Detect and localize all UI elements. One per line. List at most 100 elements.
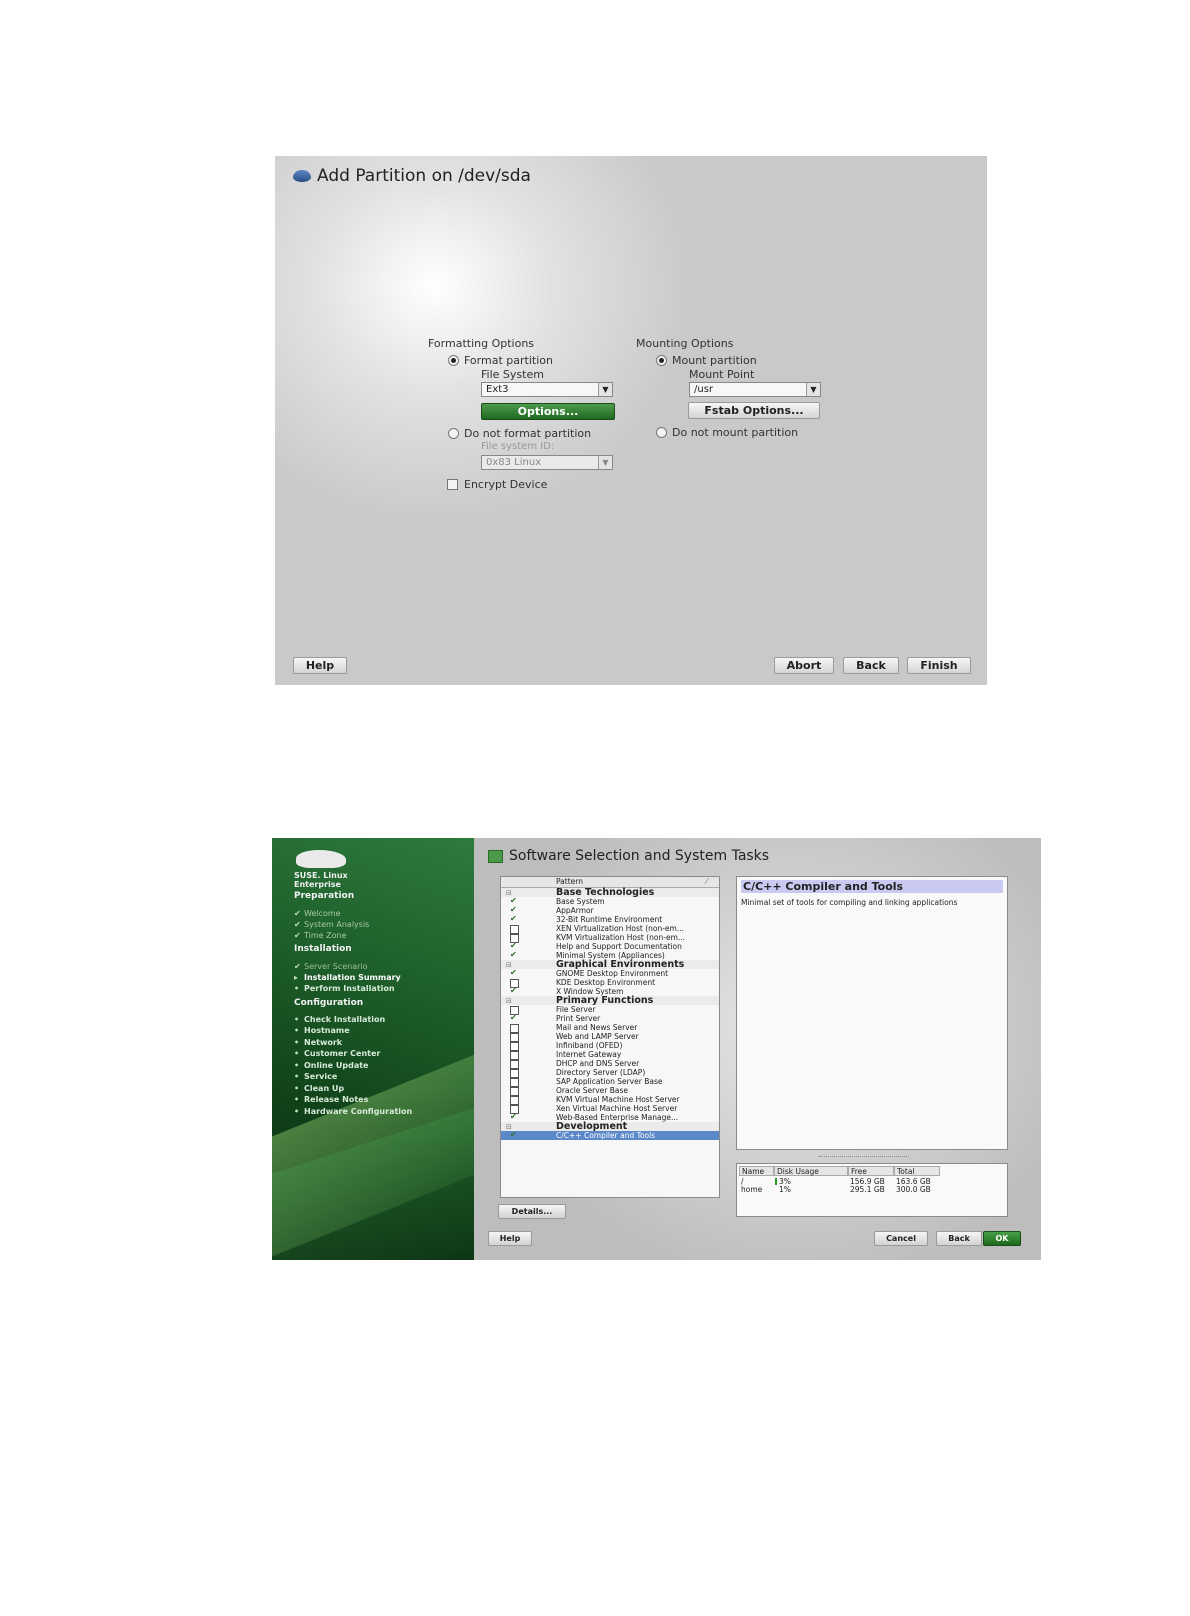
installed-check-icon[interactable]: ✔ (510, 1130, 517, 1139)
pattern-label: Base System (556, 897, 605, 906)
details-button[interactable]: Details... (498, 1204, 566, 1219)
pattern-label: Directory Server (LDAP) (556, 1068, 646, 1077)
step-label: System Analysis (304, 920, 370, 929)
disk-col-free[interactable]: Free (848, 1166, 894, 1176)
pattern-row[interactable]: SAP Application Server Base (501, 1077, 719, 1087)
installed-check-icon[interactable]: ✔ (510, 896, 517, 905)
pattern-group-row[interactable]: ⊟ Primary Functions (501, 996, 719, 1005)
installed-check-icon[interactable]: ✔ (510, 941, 517, 950)
back-button[interactable]: Back (936, 1231, 982, 1246)
encrypt-device-checkbox[interactable] (447, 479, 458, 490)
pattern-label: AppArmor (556, 906, 594, 915)
bullet-icon: • (294, 1084, 300, 1093)
installed-check-icon[interactable]: ✔ (510, 1112, 517, 1121)
mount-point-value: /usr (694, 384, 714, 395)
column-resize-icon: ⁄ (706, 877, 708, 886)
cancel-button[interactable]: Cancel (874, 1231, 928, 1246)
ok-button[interactable]: OK (983, 1231, 1021, 1246)
installed-check-icon[interactable]: ✔ (510, 905, 517, 914)
pattern-row[interactable]: ✔ Base System (501, 896, 719, 906)
section-preparation: Preparation (294, 891, 355, 901)
brand-line-2: Enterprise (294, 880, 341, 889)
step-label: Network (304, 1038, 343, 1047)
step-online-update: • Online Update (294, 1061, 368, 1070)
pattern-row[interactable]: Mail and News Server (501, 1023, 719, 1033)
back-button[interactable]: Back (843, 657, 899, 674)
step-hardware-configuration: • Hardware Configuration (294, 1107, 412, 1116)
mount-point-select[interactable]: /usr ▼ (689, 382, 821, 397)
abort-button[interactable]: Abort (774, 657, 834, 674)
step-perform-installation: • Perform Installation (294, 984, 395, 993)
pattern-column-header[interactable]: Pattern (556, 877, 583, 887)
dialog-title: Add Partition on /dev/sda (293, 166, 531, 186)
brand-text: SUSE. Linux Enterprise (294, 871, 348, 889)
step-label: Server Scenario (304, 962, 368, 971)
step-customer-center: • Customer Center (294, 1049, 380, 1058)
no-mount-radio[interactable] (656, 427, 667, 438)
pattern-row[interactable]: XEN Virtualization Host (non-em... (501, 924, 719, 934)
pattern-row[interactable]: Internet Gateway (501, 1050, 719, 1060)
disk-col-usage[interactable]: Disk Usage (774, 1166, 848, 1176)
pattern-row[interactable]: KDE Desktop Environment (501, 978, 719, 988)
installed-check-icon[interactable]: ✔ (510, 986, 517, 995)
pattern-row[interactable]: Directory Server (LDAP) (501, 1068, 719, 1078)
pattern-label: C/C++ Compiler and Tools (556, 1131, 656, 1140)
disk-col-name[interactable]: Name (739, 1166, 774, 1176)
step-service: • Service (294, 1072, 337, 1081)
help-button[interactable]: Help (488, 1231, 532, 1246)
bullet-icon: • (294, 1107, 300, 1116)
pattern-group-row[interactable]: ⊟ Base Technologies (501, 888, 719, 897)
disk-col-total[interactable]: Total (894, 1166, 940, 1176)
step-server-scenario: ✔ Server Scenario (294, 962, 368, 971)
check-icon: ✔ (294, 931, 301, 940)
pattern-row[interactable]: Xen Virtual Machine Host Server (501, 1104, 719, 1114)
pattern-row[interactable]: ✔ Print Server (501, 1013, 719, 1023)
pattern-row[interactable]: DHCP and DNS Server (501, 1059, 719, 1069)
installed-check-icon[interactable]: ✔ (510, 914, 517, 923)
pattern-group-row[interactable]: ⊟ Development (501, 1122, 719, 1131)
bullet-icon: • (294, 984, 300, 993)
installation-steps-sidebar: SUSE. Linux Enterprise Preparation ✔ Welc… (272, 838, 474, 1260)
pattern-row[interactable]: ✔ 32-Bit Runtime Environment (501, 914, 719, 924)
fstab-options-button[interactable]: Fstab Options... (688, 402, 820, 419)
options-button[interactable]: Options... (481, 403, 615, 420)
brand-line-1: SUSE. Linux (294, 871, 348, 880)
file-system-label: File System (481, 368, 544, 381)
chevron-down-icon: ▼ (806, 383, 820, 396)
pattern-list[interactable]: Pattern ⁄ ⊟ Base Technologies ✔ Base System… (500, 876, 720, 1198)
no-format-radio[interactable] (448, 428, 459, 439)
pattern-group-label: Development (556, 1121, 628, 1132)
pattern-row[interactable]: File Server (501, 1005, 719, 1015)
pattern-row[interactable]: KVM Virtualization Host (non-em... (501, 933, 719, 943)
pattern-group-row[interactable]: ⊟ Graphical Environments (501, 960, 719, 969)
pattern-row[interactable]: ✔ C/C++ Compiler and Tools (501, 1130, 719, 1140)
chevron-down-icon: ▼ (598, 456, 612, 469)
file-system-id-select[interactable]: 0x83 Linux ▼ (481, 455, 613, 470)
software-main-panel: Software Selection and System Tasks Patt… (474, 838, 1041, 1260)
finish-button[interactable]: Finish (907, 657, 971, 674)
pattern-row[interactable]: ✔ GNOME Desktop Environment (501, 968, 719, 978)
pattern-row[interactable]: Web and LAMP Server (501, 1032, 719, 1042)
bullet-icon: • (294, 1049, 300, 1058)
disk-usage-bar (775, 1178, 777, 1185)
installed-check-icon[interactable]: ✔ (510, 1013, 517, 1022)
mount-partition-radio[interactable] (656, 355, 667, 366)
pattern-group-label: Primary Functions (556, 995, 654, 1006)
pattern-row[interactable]: ✔ Help and Support Documentation (501, 941, 719, 951)
file-system-id-label: File system ID: (481, 441, 555, 452)
mount-partition-label: Mount partition (672, 354, 757, 367)
pattern-row[interactable]: ✔ AppArmor (501, 905, 719, 915)
format-partition-radio[interactable] (448, 355, 459, 366)
installed-check-icon[interactable]: ✔ (510, 950, 517, 959)
installed-check-icon[interactable]: ✔ (510, 968, 517, 977)
help-button[interactable]: Help (293, 657, 347, 674)
check-icon: ✔ (294, 962, 301, 971)
file-system-select[interactable]: Ext3 ▼ (481, 382, 613, 397)
pattern-row[interactable]: Infiniband (OFED) (501, 1041, 719, 1051)
pattern-row[interactable]: Oracle Server Base (501, 1086, 719, 1096)
pattern-label: Help and Support Documentation (556, 942, 682, 951)
step-clean-up: • Clean Up (294, 1084, 344, 1093)
splitter-handle[interactable] (819, 1156, 909, 1159)
pattern-row[interactable]: KVM Virtual Machine Host Server (501, 1095, 719, 1105)
pattern-group-label: Base Technologies (556, 887, 655, 898)
